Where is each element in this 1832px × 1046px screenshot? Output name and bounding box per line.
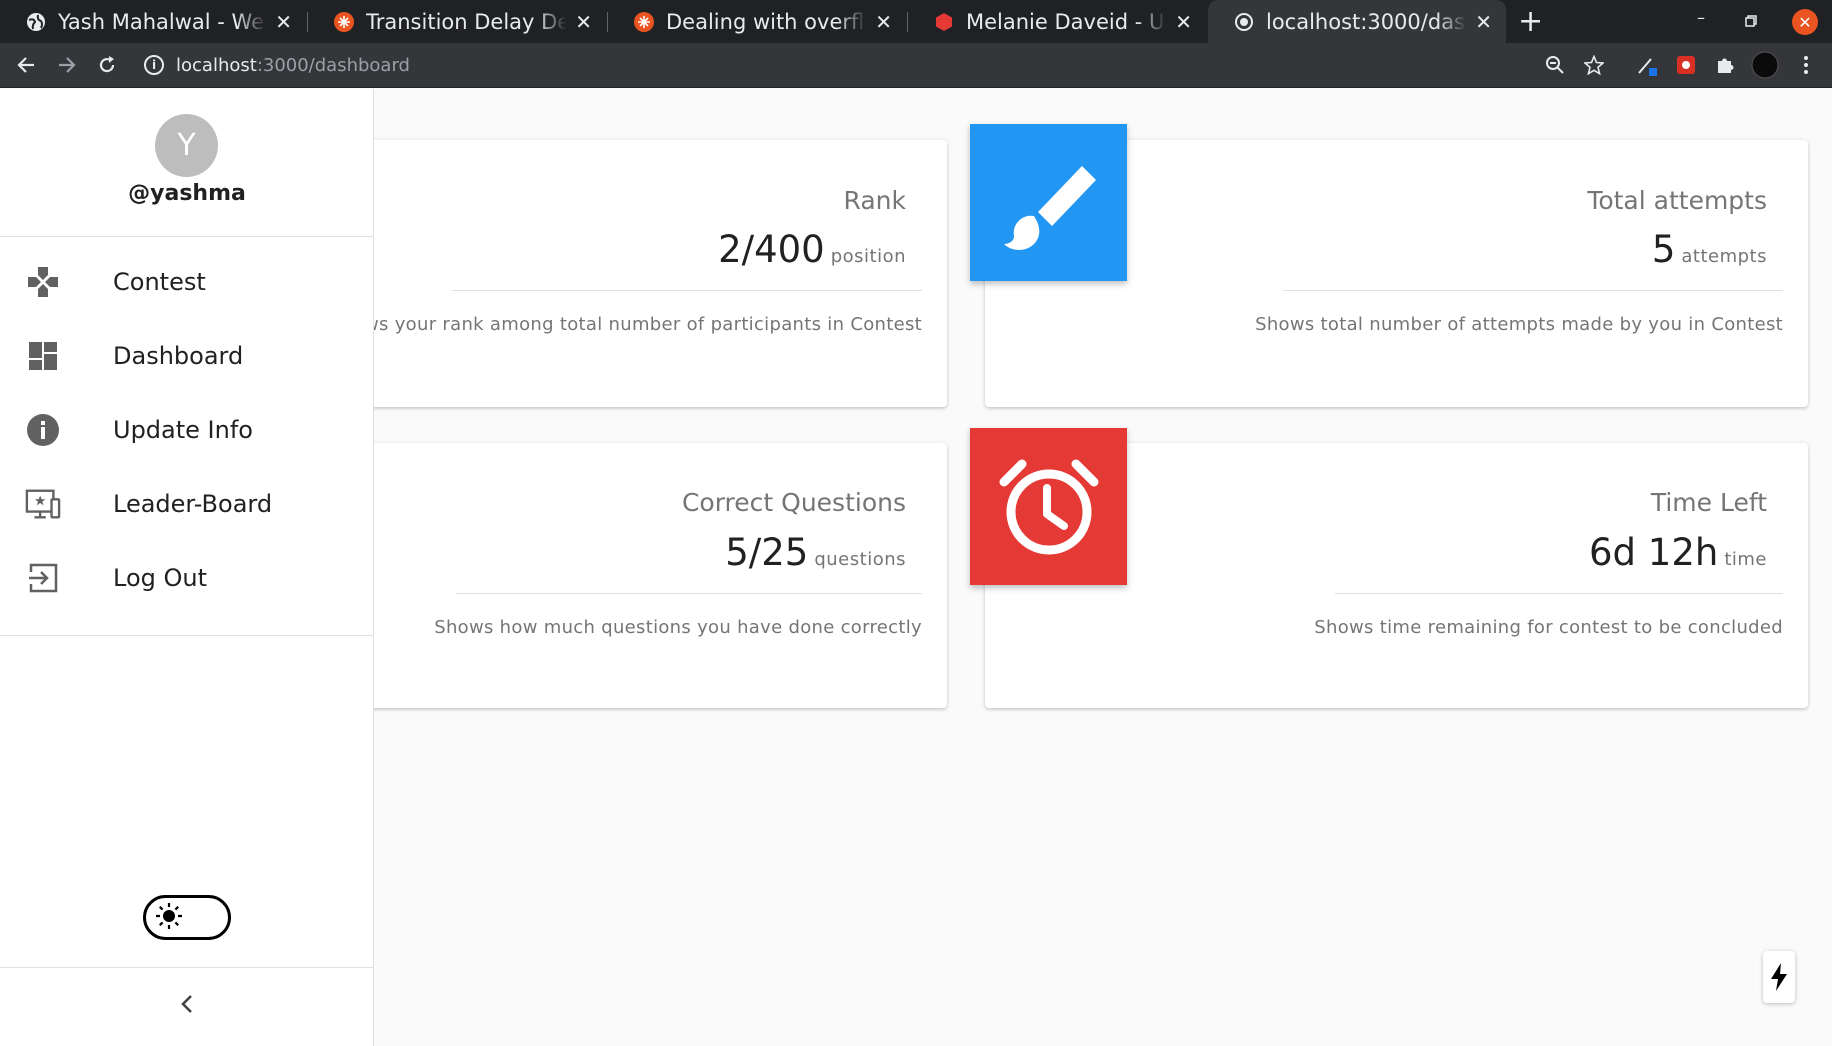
tab-title: Transition Delay Delays xyxy=(366,9,568,34)
bookmark-star-icon[interactable] xyxy=(1582,53,1606,77)
browser-tab[interactable]: Dealing with overflow ✕ xyxy=(608,0,906,43)
browser-tab-bar: Yash Mahalwal - Web Developer ✕ Transiti… xyxy=(0,0,1832,43)
globe-icon xyxy=(1234,12,1254,32)
tab-title: Dealing with overflow xyxy=(666,9,867,34)
browser-toolbar: i localhost:3000/dashboard xyxy=(0,43,1832,88)
sidebar-item-log-out[interactable]: Log Out xyxy=(0,541,374,615)
brush-icon xyxy=(970,124,1127,281)
url-host: localhost xyxy=(176,54,257,76)
app-viewport: Rank 2/400 position Shows your rank among… xyxy=(0,89,1832,1046)
sidebar-item-label: Contest xyxy=(113,268,206,296)
rank-unit: position xyxy=(830,246,906,267)
window-close-icon[interactable]: ✕ xyxy=(1792,9,1818,35)
card-description: Shows how much questions you have done c… xyxy=(434,617,922,638)
sidebar-item-label: Log Out xyxy=(113,564,208,592)
card-divider xyxy=(452,290,922,291)
username: @yashma xyxy=(128,181,246,206)
hexagon-icon xyxy=(934,12,954,32)
close-tab-icon[interactable]: ✕ xyxy=(1175,10,1192,34)
sidebar-footer xyxy=(0,967,374,1046)
info-icon xyxy=(25,412,61,448)
attempts-value: 5 xyxy=(1651,228,1676,271)
close-tab-icon[interactable]: ✕ xyxy=(1475,10,1492,34)
correct-unit: questions xyxy=(814,549,906,570)
sidebar-item-update-info[interactable]: Update Info xyxy=(0,393,374,467)
card-value: 6d 12h time xyxy=(1589,531,1767,574)
sidebar: Y @yashma Contest Dashboard Update Info … xyxy=(0,89,374,1046)
new-tab-button[interactable]: + xyxy=(1518,4,1543,39)
card-value: 2/400 position xyxy=(718,228,906,271)
card-divider xyxy=(1283,290,1783,291)
correct-questions-card: Correct Questions 5/25 questions Shows ho… xyxy=(330,443,947,708)
leaderboard-icon xyxy=(25,486,61,522)
theme-toggle[interactable] xyxy=(143,895,231,940)
tab-title: Melanie Daveid - UX Designer xyxy=(966,9,1167,34)
address-bar[interactable]: i localhost:3000/dashboard xyxy=(138,48,1622,82)
alarm-icon xyxy=(970,428,1127,585)
card-description: Shows time remaining for contest to be c… xyxy=(1314,617,1783,638)
card-value: 5/25 questions xyxy=(725,531,906,574)
globe-icon xyxy=(26,12,46,32)
card-title: Rank xyxy=(843,186,906,215)
close-tab-icon[interactable]: ✕ xyxy=(875,10,892,34)
attempts-unit: attempts xyxy=(1681,246,1767,267)
site-info-icon[interactable]: i xyxy=(144,55,164,75)
gamepad-icon xyxy=(25,264,61,300)
logout-icon xyxy=(25,560,61,596)
lightning-icon[interactable] xyxy=(1763,951,1795,1003)
codepen-icon xyxy=(334,11,354,32)
minimize-icon[interactable]: – xyxy=(1697,8,1705,27)
browser-menu-icon[interactable] xyxy=(1794,53,1818,77)
profile-section: Y @yashma xyxy=(0,89,374,237)
sidebar-item-dashboard[interactable]: Dashboard xyxy=(0,319,374,393)
correct-value: 5/25 xyxy=(725,531,809,574)
pen-extension-icon[interactable] xyxy=(1635,53,1659,77)
sidebar-item-contest[interactable]: Contest xyxy=(0,245,374,319)
card-divider xyxy=(456,593,922,594)
sidebar-menu: Contest Dashboard Update Info Leader-Boa… xyxy=(0,238,374,636)
browser-tab[interactable]: Transition Delay Delays ✕ xyxy=(308,0,606,43)
card-description: Shows total number of attempts made by y… xyxy=(1255,314,1783,335)
reload-icon[interactable] xyxy=(91,49,123,81)
forward-icon[interactable] xyxy=(51,49,83,81)
tab-title: localhost:3000/dashboard xyxy=(1266,9,1467,34)
card-value: 5 attempts xyxy=(1652,228,1767,271)
browser-tab-active[interactable]: localhost:3000/dashboard ✕ xyxy=(1208,0,1506,43)
card-title: Correct Questions xyxy=(681,488,906,517)
close-tab-icon[interactable]: ✕ xyxy=(575,10,592,34)
sidebar-item-label: Leader-Board xyxy=(113,490,273,518)
card-divider xyxy=(1335,593,1783,594)
dashboard-icon xyxy=(25,338,61,374)
close-tab-icon[interactable]: ✕ xyxy=(275,10,292,34)
card-description: Shows your rank among total number of pa… xyxy=(329,314,922,335)
sun-icon xyxy=(154,901,184,935)
tab-title: Yash Mahalwal - Web Developer xyxy=(58,9,267,34)
sidebar-item-label: Dashboard xyxy=(113,342,244,370)
browser-tab[interactable]: Melanie Daveid - UX Designer ✕ xyxy=(908,0,1206,43)
codepen-icon xyxy=(634,11,654,32)
extensions-puzzle-icon[interactable] xyxy=(1713,53,1737,77)
red-extension-icon[interactable] xyxy=(1674,53,1698,77)
time-unit: time xyxy=(1724,549,1767,570)
rank-card: Rank 2/400 position Shows your rank among… xyxy=(329,140,947,407)
restore-icon[interactable] xyxy=(1745,12,1757,31)
browser-tab[interactable]: Yash Mahalwal - Web Developer ✕ xyxy=(0,0,306,43)
time-value: 6d 12h xyxy=(1589,531,1719,574)
url-path: :3000/dashboard xyxy=(256,54,410,76)
card-title: Total attempts xyxy=(1587,186,1767,215)
rank-value: 2/400 xyxy=(718,228,825,271)
sidebar-item-label: Update Info xyxy=(113,416,253,444)
chevron-left-icon[interactable] xyxy=(173,990,201,1018)
avatar[interactable]: Y xyxy=(155,114,218,177)
card-title: Time Left xyxy=(1650,488,1767,517)
back-icon[interactable] xyxy=(10,49,42,81)
profile-avatar-icon[interactable] xyxy=(1750,50,1780,80)
sidebar-item-leader-board[interactable]: Leader-Board xyxy=(0,467,374,541)
zoom-icon[interactable] xyxy=(1543,53,1567,77)
